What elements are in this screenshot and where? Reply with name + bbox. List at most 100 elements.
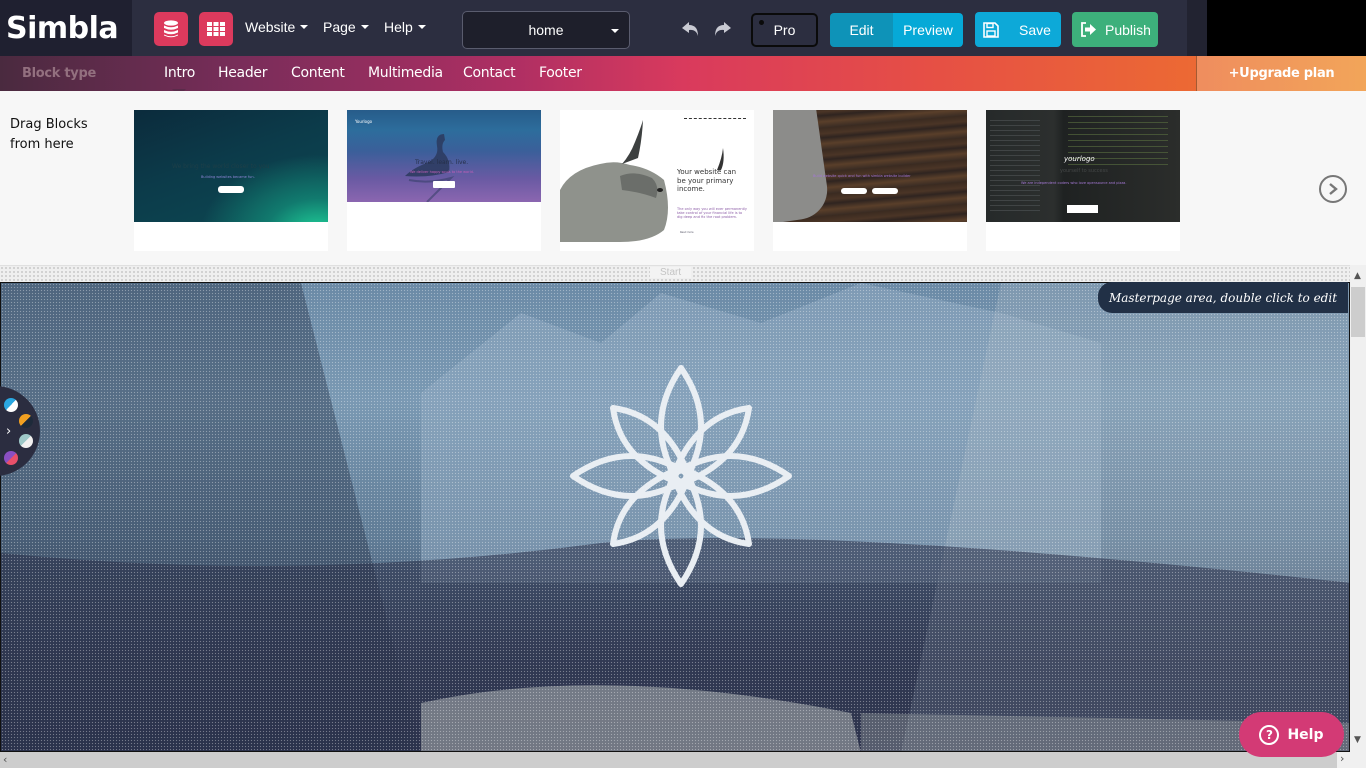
block-thumbnail-aurora[interactable]: We bring the world closer to you Buildin… <box>134 110 328 251</box>
color-swatch-4[interactable] <box>4 451 18 465</box>
thumbnail-subtext: The only way you will ever permanently t… <box>677 207 748 219</box>
scroll-up-icon[interactable]: ▲ <box>1354 271 1361 281</box>
help-label: Help <box>1287 726 1324 743</box>
thumbnail-nav <box>684 118 746 119</box>
bull-image <box>560 120 668 242</box>
thumbnail-button <box>1067 205 1098 213</box>
preview-button[interactable]: Preview <box>893 13 963 47</box>
upgrade-plan-button[interactable]: +Upgrade plan <box>1196 56 1366 91</box>
menu-help[interactable]: Help <box>384 19 426 35</box>
pro-button[interactable]: Pro <box>751 13 818 47</box>
block-type-bar: Block type Intro Header Content Multimed… <box>0 56 1366 96</box>
tab-content[interactable]: Content <box>291 65 345 81</box>
thumbnail-image: yourlogo yourself to success We are inde… <box>986 110 1180 222</box>
menu-website-label: Website <box>245 19 296 35</box>
laptop-shape <box>773 110 832 222</box>
menu-website[interactable]: Website <box>245 19 309 35</box>
masterpage-label[interactable]: Masterpage area, double click to edit <box>1098 282 1348 313</box>
publish-button[interactable]: Publish <box>1072 12 1158 47</box>
menu-page[interactable]: Page <box>323 19 369 35</box>
thumbnail-image: We bring the world closer to you Buildin… <box>134 110 328 222</box>
block-type-title: Block type <box>22 66 96 81</box>
sign-out-icon <box>1081 22 1096 37</box>
thumbnail-button: Read more <box>680 231 694 234</box>
apps-grid-button[interactable] <box>199 12 233 46</box>
tab-intro[interactable]: Intro <box>164 65 195 81</box>
tab-header[interactable]: Header <box>218 65 267 81</box>
save-button[interactable]: Save <box>975 12 1061 47</box>
menu-help-label: Help <box>384 19 413 35</box>
lotus-logo[interactable] <box>570 365 792 587</box>
thumbnail-subtext: We are independent coders who love opens… <box>1021 181 1127 185</box>
start-label: Start <box>650 267 692 278</box>
block-thumbnail-swan[interactable]: Yourlogo Travel. learn. live. We deliver… <box>347 110 541 251</box>
thumbnail-subtext: We deliver happy souls to the world. <box>410 170 474 174</box>
menu-page-label: Page <box>323 19 356 35</box>
swan-silhouette <box>405 134 455 202</box>
database-button[interactable] <box>154 12 188 46</box>
logo: Simbla <box>6 10 119 46</box>
top-toolbar: Simbla Website Page Help home Pro Edit P… <box>0 0 1366 56</box>
code-lines <box>990 120 1040 215</box>
thumbnail-image: Build website quick and fun with simbla … <box>773 110 967 222</box>
vertical-scrollbar[interactable]: ▲ ▼ <box>1350 265 1366 753</box>
horizontal-scrollbar[interactable]: ‹ <box>0 752 1350 768</box>
drag-blocks-label: Drag Blocks from here <box>10 117 88 152</box>
thumbnail-logo: yourlogo <box>1064 155 1095 163</box>
chevron-right-icon <box>1329 183 1338 195</box>
thumbnail-headline: Travel. learn. live. <box>415 159 469 166</box>
undo-icon[interactable] <box>681 20 701 38</box>
edit-button[interactable]: Edit <box>830 13 893 47</box>
block-thumbnail-code[interactable]: yourlogo yourself to success We are inde… <box>986 110 1180 251</box>
thumbnail-logo: Yourlogo <box>355 119 373 124</box>
mode-toggle: Edit Preview <box>830 13 963 47</box>
block-thumbnail-bull[interactable]: Your website can be your primary income.… <box>560 110 754 251</box>
caret-down-icon <box>300 25 309 29</box>
caret-down-icon <box>611 29 619 33</box>
thumbnail-image: Yourlogo Travel. learn. live. We deliver… <box>347 110 541 202</box>
vertical-scroll-thumb[interactable] <box>1351 287 1365 337</box>
thumbnail-headline: Your website can be your primary income. <box>677 168 737 193</box>
thumbnail-headline: yourself to success <box>1060 168 1108 174</box>
thumbnail-button-watch <box>841 188 867 194</box>
color-swatch-1[interactable] <box>4 398 18 412</box>
scroll-right-icon[interactable]: › <box>1337 752 1353 768</box>
color-swatch-2[interactable] <box>19 414 33 428</box>
tab-contact[interactable]: Contact <box>463 65 516 81</box>
pro-label: Pro <box>773 22 796 38</box>
thumbnail-button <box>433 181 455 188</box>
caret-down-icon <box>417 25 426 29</box>
thumbnail-headline: We bring the world closer to you <box>172 163 270 170</box>
toolbar-spacer <box>1187 0 1207 56</box>
thumbnail-subtext: Building websites became fun. <box>201 175 255 179</box>
block-palette: Drag Blocks from here We bring the world… <box>0 91 1366 265</box>
color-swatch-3[interactable] <box>19 434 33 448</box>
chevron-right-icon[interactable]: › <box>6 424 11 439</box>
database-icon <box>164 20 178 38</box>
thumbnail-image: Your website can be your primary income.… <box>560 110 754 242</box>
toolbar-empty-area <box>1207 0 1366 56</box>
page-select-value: home <box>528 22 564 38</box>
thumbnail-button-start <box>872 188 898 194</box>
page-select[interactable]: home <box>462 11 630 49</box>
scrollbar-corner <box>1353 752 1366 768</box>
grid-icon <box>207 22 225 36</box>
pro-indicator-dot <box>759 20 764 25</box>
save-label: Save <box>1019 21 1051 38</box>
caret-down-icon <box>360 25 369 29</box>
thumbnail-button <box>218 186 244 193</box>
tab-multimedia[interactable]: Multimedia <box>368 65 443 81</box>
publish-label: Publish <box>1105 21 1151 38</box>
scroll-down-icon[interactable]: ▼ <box>1354 735 1361 745</box>
bull-horn <box>717 148 724 170</box>
start-strip: Start <box>0 265 1350 282</box>
block-thumbnail-wood[interactable]: Build website quick and fun with simbla … <box>773 110 967 251</box>
redo-icon[interactable] <box>712 20 732 38</box>
thumbnail-headline: Build website quick and fun with simbla … <box>813 174 911 178</box>
palette-next-button[interactable] <box>1319 175 1347 203</box>
floppy-disk-icon <box>983 21 999 38</box>
question-circle-icon: ? <box>1259 724 1280 745</box>
help-button[interactable]: ? Help <box>1239 712 1344 757</box>
scroll-left-icon[interactable]: ‹ <box>3 753 7 766</box>
tab-footer[interactable]: Footer <box>539 65 582 81</box>
